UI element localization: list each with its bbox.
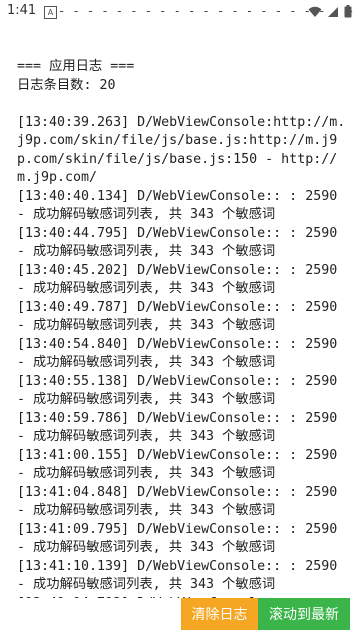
log-entry: [13:40:55.138] D/WebViewConsole:: : 2590… xyxy=(17,373,346,408)
log-title: === 应用日志 === xyxy=(17,59,135,74)
battery-icon xyxy=(344,5,352,18)
log-entry: [13:40:49.787] D/WebViewConsole:: : 2590… xyxy=(17,299,346,334)
log-entry: [13:41:00.155] D/WebViewConsole:: : 2590… xyxy=(17,447,346,482)
log-entry: [13:41:04.848] D/WebViewConsole:: : 2590… xyxy=(17,484,346,519)
log-entry: [13:40:44.795] D/WebViewConsole:: : 2590… xyxy=(17,225,346,260)
log-entry: [13:40:45.202] D/WebViewConsole:: : 2590… xyxy=(17,262,346,297)
log-entry: [13:41:09.795] D/WebViewConsole:: : 2590… xyxy=(17,521,346,556)
log-view[interactable]: === 应用日志 === 日志条目数: 20 [13:40:39.263] D/… xyxy=(17,58,352,613)
status-icons xyxy=(308,5,352,18)
clear-logs-button[interactable]: 清除日志 xyxy=(181,598,258,630)
status-bar: 1:41 A - - - - - - - - - - - - - - - - -… xyxy=(0,0,360,26)
log-entry: [13:41:10.139] D/WebViewConsole:: : 2590… xyxy=(17,558,346,593)
log-entry: [13:40:54.840] D/WebViewConsole:: : 2590… xyxy=(17,336,346,371)
log-list: [13:40:39.263] D/WebViewConsole:http://m… xyxy=(17,114,352,614)
scroll-to-latest-button[interactable]: 滚动到最新 xyxy=(258,598,350,630)
notification-icon: A xyxy=(44,6,57,19)
log-entry: [13:40:40.134] D/WebViewConsole:: : 2590… xyxy=(17,188,346,223)
log-count: 日志条目数: 20 xyxy=(17,77,116,93)
status-time: 1:41 xyxy=(7,3,37,18)
wifi-icon xyxy=(308,6,322,17)
log-entry: [13:40:59.786] D/WebViewConsole:: : 2590… xyxy=(17,410,346,445)
signal-icon xyxy=(328,6,338,17)
log-entry: [13:40:39.263] D/WebViewConsole:http://m… xyxy=(17,114,346,186)
